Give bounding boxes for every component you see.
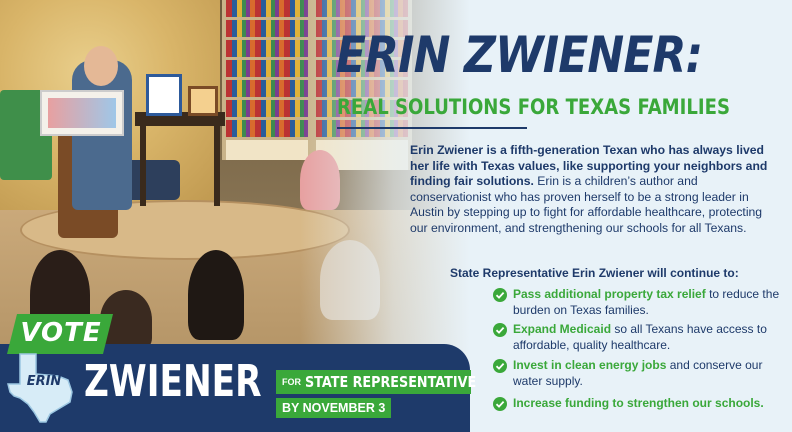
list-item: Invest in clean energy jobs and conserve… <box>493 358 783 389</box>
headline-divider <box>337 127 527 129</box>
list-item: Expand Medicaid so all Texans have acces… <box>493 322 783 353</box>
office-prefix: FOR <box>282 377 301 387</box>
candidate-name: ZWIENER <box>84 356 262 407</box>
item-highlight: Invest in clean energy jobs <box>513 358 667 372</box>
check-circle-icon <box>493 397 507 411</box>
election-date: BY NOVEMBER 3 <box>276 398 392 418</box>
headline: ERIN ZWIENER: <box>336 26 703 84</box>
check-circle-icon <box>493 288 507 302</box>
check-circle-icon <box>493 323 507 337</box>
list-title: State Representative Erin Zwiener will c… <box>450 266 739 280</box>
vote-label: VOTE <box>20 318 102 348</box>
bookshelf <box>222 0 312 160</box>
bio-paragraph: Erin Zwiener is a fifth-generation Texan… <box>410 143 782 236</box>
item-highlight: Pass additional property tax relief <box>513 287 706 301</box>
office-title: STATE REPRESENTATIVE <box>305 373 477 391</box>
reader-head <box>84 46 118 86</box>
office-box: FOR STATE REPRESENTATIVE <box>276 370 477 394</box>
list-item: Increase funding to strengthen our schoo… <box>493 396 783 412</box>
book-display <box>188 86 218 116</box>
texas-label: ERIN <box>26 374 62 389</box>
book-display <box>146 74 182 116</box>
list-item: Pass additional property tax relief to r… <box>493 287 783 318</box>
item-highlight: Increase funding to strengthen our schoo… <box>513 396 764 410</box>
item-highlight: Expand Medicaid <box>513 322 612 336</box>
child <box>188 250 244 340</box>
subhead: REAL SOLUTIONS FOR TEXAS FAMILIES <box>337 95 730 119</box>
picture-book <box>40 90 124 136</box>
check-circle-icon <box>493 359 507 373</box>
